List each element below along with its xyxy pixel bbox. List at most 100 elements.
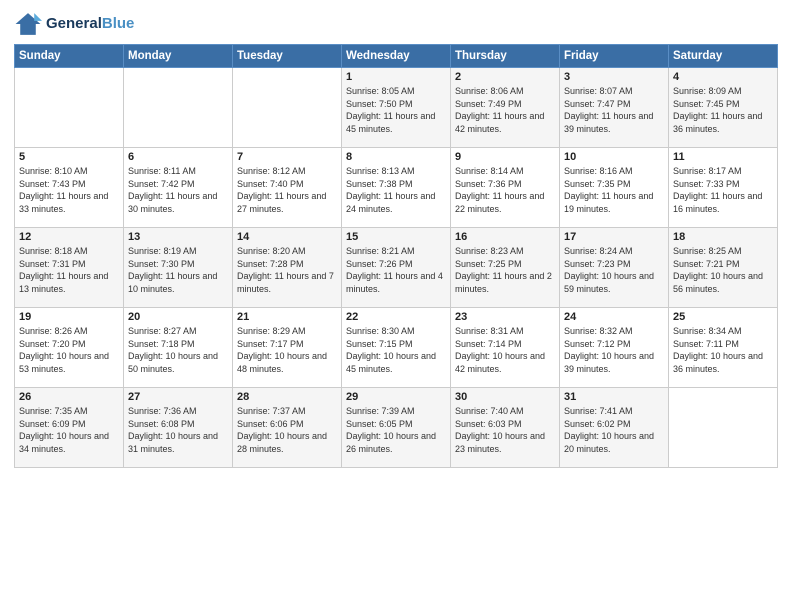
day-info: Sunrise: 8:30 AM Sunset: 7:15 PM Dayligh… [346, 325, 446, 375]
day-cell: 29 Sunrise: 7:39 AM Sunset: 6:05 PM Dayli… [342, 388, 451, 468]
day-cell: 17 Sunrise: 8:24 AM Sunset: 7:23 PM Dayli… [560, 228, 669, 308]
week-row-5: 26 Sunrise: 7:35 AM Sunset: 6:09 PM Dayli… [15, 388, 778, 468]
day-cell: 1 Sunrise: 8:05 AM Sunset: 7:50 PM Daylig… [342, 68, 451, 148]
day-cell: 11 Sunrise: 8:17 AM Sunset: 7:33 PM Dayli… [669, 148, 778, 228]
day-info: Sunrise: 8:19 AM Sunset: 7:30 PM Dayligh… [128, 245, 228, 295]
day-number: 26 [19, 391, 119, 403]
day-number: 18 [673, 231, 773, 243]
col-header-monday: Monday [124, 45, 233, 68]
header-row: SundayMondayTuesdayWednesdayThursdayFrid… [15, 45, 778, 68]
day-cell: 9 Sunrise: 8:14 AM Sunset: 7:36 PM Daylig… [451, 148, 560, 228]
day-number: 25 [673, 311, 773, 323]
day-info: Sunrise: 8:06 AM Sunset: 7:49 PM Dayligh… [455, 85, 555, 135]
day-cell: 23 Sunrise: 8:31 AM Sunset: 7:14 PM Dayli… [451, 308, 560, 388]
day-cell: 27 Sunrise: 7:36 AM Sunset: 6:08 PM Dayli… [124, 388, 233, 468]
week-row-3: 12Sunrise: 8:18 AM Sunset: 7:31 PM Dayli… [15, 228, 778, 308]
day-cell [124, 68, 233, 148]
day-number: 21 [237, 311, 337, 323]
day-cell: 26 Sunrise: 7:35 AM Sunset: 6:09 PM Dayli… [15, 388, 124, 468]
day-info: Sunrise: 8:31 AM Sunset: 7:14 PM Dayligh… [455, 325, 555, 375]
day-info: Sunrise: 8:23 AM Sunset: 7:25 PM Dayligh… [455, 245, 555, 295]
day-cell: 3 Sunrise: 8:07 AM Sunset: 7:47 PM Daylig… [560, 68, 669, 148]
day-cell: 31 Sunrise: 7:41 AM Sunset: 6:02 PM Dayli… [560, 388, 669, 468]
day-number: 29 [346, 391, 446, 403]
day-info: Sunrise: 7:36 AM Sunset: 6:08 PM Dayligh… [128, 405, 228, 455]
day-number: 12 [19, 231, 119, 243]
day-cell: 25 Sunrise: 8:34 AM Sunset: 7:11 PM Dayli… [669, 308, 778, 388]
day-number: 11 [673, 151, 773, 163]
day-info: Sunrise: 8:34 AM Sunset: 7:11 PM Dayligh… [673, 325, 773, 375]
day-cell: 4 Sunrise: 8:09 AM Sunset: 7:45 PM Daylig… [669, 68, 778, 148]
day-number: 3 [564, 71, 664, 83]
day-info: Sunrise: 8:24 AM Sunset: 7:23 PM Dayligh… [564, 245, 664, 295]
day-cell: 2 Sunrise: 8:06 AM Sunset: 7:49 PM Daylig… [451, 68, 560, 148]
day-number: 27 [128, 391, 228, 403]
week-row-2: 5 Sunrise: 8:10 AM Sunset: 7:43 PM Daylig… [15, 148, 778, 228]
day-cell: 21 Sunrise: 8:29 AM Sunset: 7:17 PM Dayli… [233, 308, 342, 388]
day-info: Sunrise: 8:17 AM Sunset: 7:33 PM Dayligh… [673, 165, 773, 215]
day-cell: 18 Sunrise: 8:25 AM Sunset: 7:21 PM Dayli… [669, 228, 778, 308]
day-cell: 20Sunrise: 8:27 AM Sunset: 7:18 PM Dayli… [124, 308, 233, 388]
day-number: 15 [346, 231, 446, 243]
week-row-1: 1 Sunrise: 8:05 AM Sunset: 7:50 PM Daylig… [15, 68, 778, 148]
day-number: 30 [455, 391, 555, 403]
logo-text: GeneralBlue [46, 16, 134, 33]
day-info: Sunrise: 7:39 AM Sunset: 6:05 PM Dayligh… [346, 405, 446, 455]
day-info: Sunrise: 7:41 AM Sunset: 6:02 PM Dayligh… [564, 405, 664, 455]
day-cell: 19 Sunrise: 8:26 AM Sunset: 7:20 PM Dayli… [15, 308, 124, 388]
day-number: 8 [346, 151, 446, 163]
day-cell: 12Sunrise: 8:18 AM Sunset: 7:31 PM Dayli… [15, 228, 124, 308]
day-info: Sunrise: 7:40 AM Sunset: 6:03 PM Dayligh… [455, 405, 555, 455]
header: GeneralBlue [14, 10, 778, 38]
day-cell: 13 Sunrise: 8:19 AM Sunset: 7:30 PM Dayli… [124, 228, 233, 308]
logo: GeneralBlue [14, 10, 134, 38]
day-info: Sunrise: 8:12 AM Sunset: 7:40 PM Dayligh… [237, 165, 337, 215]
col-header-tuesday: Tuesday [233, 45, 342, 68]
day-number: 19 [19, 311, 119, 323]
day-cell [669, 388, 778, 468]
day-cell: 16Sunrise: 8:23 AM Sunset: 7:25 PM Dayli… [451, 228, 560, 308]
calendar-table: SundayMondayTuesdayWednesdayThursdayFrid… [14, 44, 778, 468]
day-info: Sunrise: 8:05 AM Sunset: 7:50 PM Dayligh… [346, 85, 446, 135]
day-cell: 10 Sunrise: 8:16 AM Sunset: 7:35 PM Dayli… [560, 148, 669, 228]
day-info: Sunrise: 8:11 AM Sunset: 7:42 PM Dayligh… [128, 165, 228, 215]
day-number: 1 [346, 71, 446, 83]
day-info: Sunrise: 8:29 AM Sunset: 7:17 PM Dayligh… [237, 325, 337, 375]
day-number: 28 [237, 391, 337, 403]
day-info: Sunrise: 8:26 AM Sunset: 7:20 PM Dayligh… [19, 325, 119, 375]
day-number: 31 [564, 391, 664, 403]
day-info: Sunrise: 7:35 AM Sunset: 6:09 PM Dayligh… [19, 405, 119, 455]
col-header-sunday: Sunday [15, 45, 124, 68]
day-number: 5 [19, 151, 119, 163]
day-info: Sunrise: 8:10 AM Sunset: 7:43 PM Dayligh… [19, 165, 119, 215]
day-number: 10 [564, 151, 664, 163]
day-number: 20 [128, 311, 228, 323]
day-info: Sunrise: 8:25 AM Sunset: 7:21 PM Dayligh… [673, 245, 773, 295]
day-cell: 5 Sunrise: 8:10 AM Sunset: 7:43 PM Daylig… [15, 148, 124, 228]
day-number: 9 [455, 151, 555, 163]
week-row-4: 19 Sunrise: 8:26 AM Sunset: 7:20 PM Dayli… [15, 308, 778, 388]
day-cell [15, 68, 124, 148]
col-header-saturday: Saturday [669, 45, 778, 68]
day-number: 7 [237, 151, 337, 163]
day-info: Sunrise: 8:32 AM Sunset: 7:12 PM Dayligh… [564, 325, 664, 375]
day-cell [233, 68, 342, 148]
day-cell: 6 Sunrise: 8:11 AM Sunset: 7:42 PM Daylig… [124, 148, 233, 228]
day-number: 2 [455, 71, 555, 83]
day-info: Sunrise: 8:16 AM Sunset: 7:35 PM Dayligh… [564, 165, 664, 215]
page: GeneralBlue SundayMondayTuesdayWednesday… [0, 0, 792, 612]
day-cell: 24 Sunrise: 8:32 AM Sunset: 7:12 PM Dayli… [560, 308, 669, 388]
day-cell: 7 Sunrise: 8:12 AM Sunset: 7:40 PM Daylig… [233, 148, 342, 228]
col-header-friday: Friday [560, 45, 669, 68]
day-cell: 14Sunrise: 8:20 AM Sunset: 7:28 PM Dayli… [233, 228, 342, 308]
day-info: Sunrise: 8:14 AM Sunset: 7:36 PM Dayligh… [455, 165, 555, 215]
day-number: 23 [455, 311, 555, 323]
day-number: 4 [673, 71, 773, 83]
day-info: Sunrise: 8:07 AM Sunset: 7:47 PM Dayligh… [564, 85, 664, 135]
day-info: Sunrise: 8:09 AM Sunset: 7:45 PM Dayligh… [673, 85, 773, 135]
day-cell: 15Sunrise: 8:21 AM Sunset: 7:26 PM Dayli… [342, 228, 451, 308]
day-number: 24 [564, 311, 664, 323]
day-number: 17 [564, 231, 664, 243]
day-number: 6 [128, 151, 228, 163]
day-number: 13 [128, 231, 228, 243]
